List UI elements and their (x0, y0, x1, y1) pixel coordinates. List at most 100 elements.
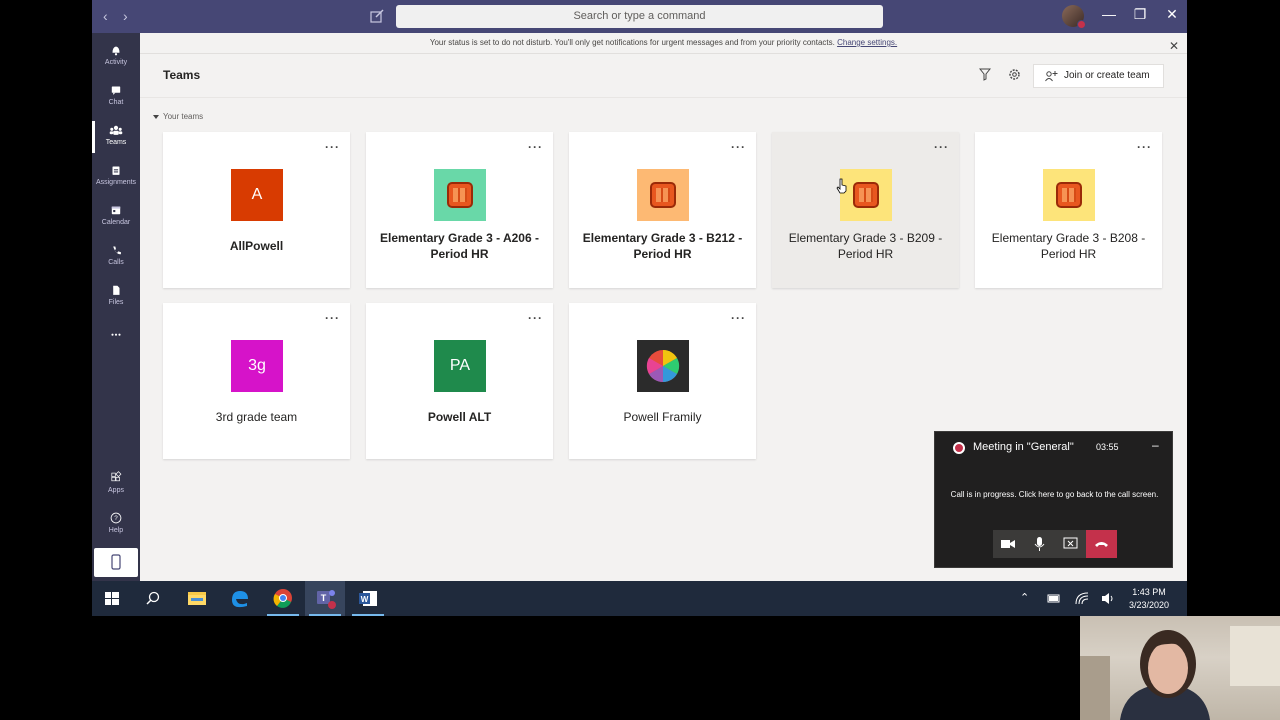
compose-icon[interactable] (369, 8, 385, 24)
team-avatar: A (231, 169, 283, 221)
meeting-timer: 03:55 (1096, 442, 1119, 452)
team-name: 3rd grade team (215, 410, 298, 424)
close-icon[interactable]: ✕ (1169, 36, 1179, 56)
rail-item-files[interactable]: Files (92, 277, 140, 317)
mobile-app-button[interactable] (94, 548, 138, 577)
team-name: Elementary Grade 3 - B209 - Period HR (788, 231, 943, 261)
rail-item-teams[interactable]: Teams (92, 117, 140, 157)
rail-label: Assignments (95, 179, 137, 186)
teams-icon (109, 125, 123, 135)
rail-item-activity[interactable]: Activity (92, 37, 140, 77)
teams-taskbar-button[interactable]: T (305, 581, 345, 616)
team-card[interactable]: ··· Elementary Grade 3 - B208 - Period H… (975, 132, 1162, 288)
team-name: Powell ALT (427, 410, 492, 424)
start-button[interactable] (92, 581, 132, 616)
folder-icon (188, 592, 206, 605)
team-card[interactable]: ··· Powell Framily (569, 303, 756, 459)
more-apps-button[interactable] (92, 321, 140, 361)
rail-label: Calendar (101, 219, 131, 226)
team-card[interactable]: ··· Elementary Grade 3 - A206 - Period H… (366, 132, 553, 288)
recording-icon (953, 442, 965, 454)
forward-icon[interactable]: › (123, 8, 128, 24)
add-people-icon (1045, 71, 1058, 82)
team-name: Elementary Grade 3 - B208 - Period HR (991, 231, 1146, 261)
team-card[interactable]: ··· A AllPowell (163, 132, 350, 288)
change-settings-link[interactable]: Change settings. (837, 38, 897, 47)
microphone-button[interactable] (1024, 530, 1055, 558)
search-input[interactable]: Search or type a command (396, 5, 883, 28)
your-teams-toggle[interactable]: Your teams (153, 112, 203, 121)
edge-button[interactable] (220, 581, 260, 616)
close-button[interactable]: ✕ (1162, 6, 1182, 23)
windows-logo-icon (105, 592, 119, 605)
chat-icon (111, 86, 121, 95)
more-icon (111, 333, 121, 336)
stop-share-icon (1063, 537, 1078, 549)
minimize-icon[interactable]: – (1152, 438, 1159, 452)
more-options-icon[interactable]: ··· (528, 311, 543, 325)
more-options-icon[interactable]: ··· (1137, 140, 1152, 154)
rail-item-help[interactable]: ? Help (92, 505, 140, 545)
rail-label: Files (108, 299, 124, 306)
team-name: Elementary Grade 3 - A206 - Period HR (380, 231, 539, 261)
search-button[interactable] (133, 581, 173, 616)
filter-icon[interactable] (979, 68, 991, 81)
rail-item-apps[interactable]: Apps (92, 465, 140, 505)
apps-icon (111, 471, 122, 482)
team-avatar: 3g (231, 340, 283, 392)
volume-icon[interactable] (1101, 592, 1115, 605)
section-label: Your teams (163, 112, 204, 121)
file-explorer-button[interactable] (177, 581, 217, 616)
battery-icon[interactable] (1047, 593, 1061, 604)
banner-text: Your status is set to do not disturb. Yo… (429, 38, 838, 47)
rail-item-calls[interactable]: Calls (92, 237, 140, 277)
team-card[interactable]: ··· PA Powell ALT (366, 303, 553, 459)
chrome-button[interactable] (263, 581, 303, 616)
rail-item-chat[interactable]: Chat (92, 77, 140, 117)
join-create-team-button[interactable]: Join or create team (1033, 64, 1164, 88)
phone-icon (113, 246, 121, 255)
gear-icon[interactable] (1008, 68, 1021, 81)
camera-button[interactable] (993, 530, 1024, 558)
rail-label: Activity (104, 59, 128, 66)
team-avatar (637, 169, 689, 221)
teams-window: ‹ › Search or type a command — ❐ ✕ Activ… (92, 0, 1187, 616)
team-avatar (1043, 169, 1095, 221)
more-options-icon[interactable]: ··· (934, 140, 949, 154)
rail-item-assignments[interactable]: Assignments (92, 157, 140, 197)
hang-up-button[interactable] (1086, 530, 1117, 558)
dnd-banner: Your status is set to do not disturb. Yo… (140, 33, 1187, 54)
office-cube-icon (650, 182, 676, 208)
rail-label: Chat (108, 99, 124, 106)
more-options-icon[interactable]: ··· (528, 140, 543, 154)
page-title: Teams (163, 68, 201, 82)
avatar[interactable] (1062, 5, 1086, 29)
more-options-icon[interactable]: ··· (325, 311, 340, 325)
minimize-button[interactable]: — (1099, 6, 1119, 22)
more-options-icon[interactable]: ··· (325, 140, 340, 154)
file-icon (113, 285, 120, 295)
team-card[interactable]: ··· Elementary Grade 3 - B209 - Period H… (772, 132, 959, 288)
team-card[interactable]: ··· 3g 3rd grade team (163, 303, 350, 459)
back-icon[interactable]: ‹ (103, 8, 108, 24)
system-clock[interactable]: 1:43 PM 3/23/2020 (1124, 586, 1174, 612)
clock-time: 1:43 PM (1132, 587, 1166, 597)
more-options-icon[interactable]: ··· (731, 311, 746, 325)
meeting-message[interactable]: Call is in progress. Click here to go ba… (935, 490, 1174, 499)
rail-item-calendar[interactable]: Calendar (92, 197, 140, 237)
teams-app-icon: T (317, 590, 336, 609)
edge-icon (232, 591, 248, 608)
word-button[interactable]: W (348, 581, 388, 616)
webcam-overlay (1080, 616, 1280, 720)
meeting-popup[interactable]: Meeting in "General" 03:55 – Call is in … (934, 431, 1173, 568)
maximize-button[interactable]: ❐ (1130, 6, 1150, 23)
wifi-icon[interactable] (1075, 592, 1089, 605)
help-icon: ? (110, 512, 122, 524)
office-cube-icon (853, 182, 879, 208)
app-rail: Activity Chat Teams Assignments Calendar… (92, 33, 140, 581)
more-options-icon[interactable]: ··· (731, 140, 746, 154)
team-card[interactable]: ··· Elementary Grade 3 - B212 - Period H… (569, 132, 756, 288)
share-screen-button[interactable] (1055, 530, 1086, 558)
chevron-up-icon[interactable]: ⌃ (1020, 591, 1029, 604)
dnd-status-icon (1077, 20, 1086, 29)
